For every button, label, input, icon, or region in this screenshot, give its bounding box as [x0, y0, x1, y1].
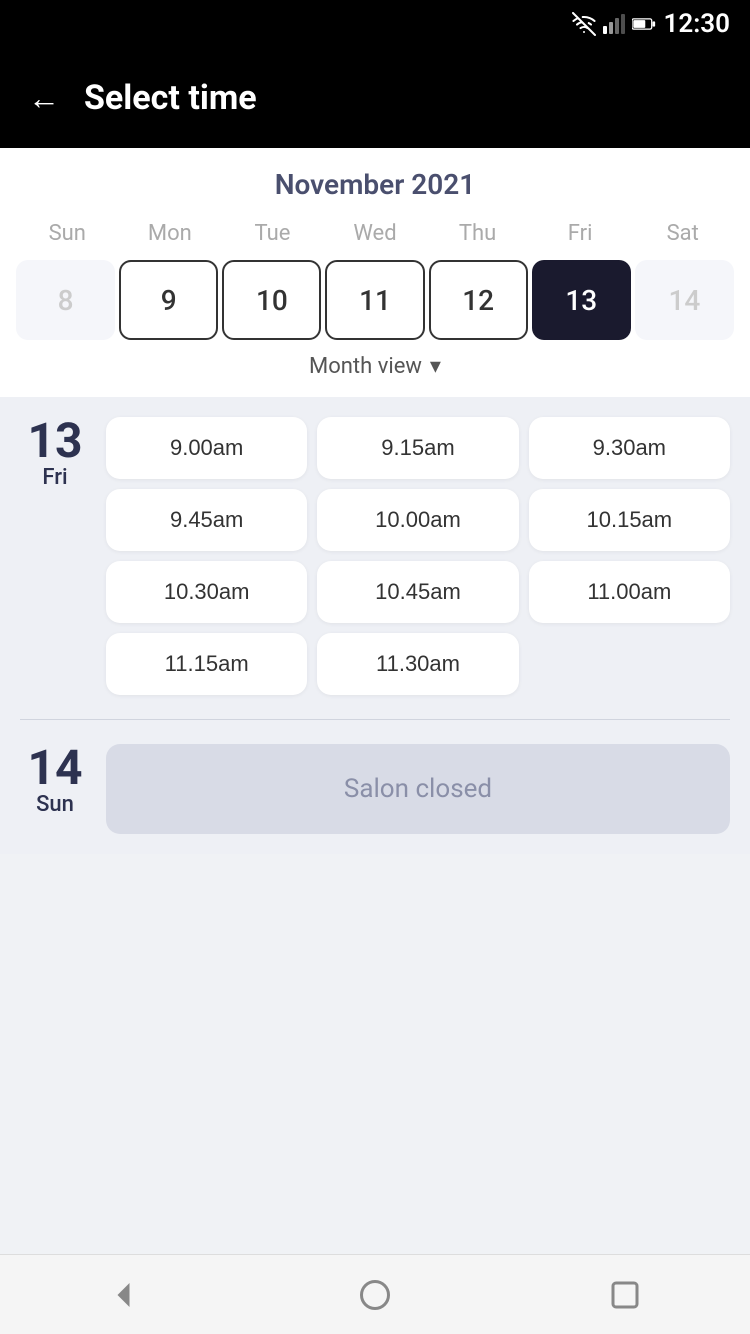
back-nav-button[interactable]	[95, 1265, 155, 1325]
month-view-toggle[interactable]: Month view ▾	[16, 340, 734, 385]
days-row[interactable]: 891011121314	[16, 260, 734, 340]
month-view-label: Month view	[309, 354, 422, 379]
day-label-14: 14 Sun	[20, 744, 90, 817]
slot-btn-900am[interactable]: 9.00am	[106, 417, 307, 479]
slot-btn-1000am[interactable]: 10.00am	[317, 489, 518, 551]
app-header: ← Select time	[0, 48, 750, 148]
slot-btn-1015am[interactable]: 10.15am	[529, 489, 730, 551]
day-cell-14: 14	[635, 260, 734, 340]
chevron-down-icon: ▾	[430, 354, 441, 379]
weekday-sun: Sun	[16, 217, 119, 250]
slot-btn-915am[interactable]: 9.15am	[317, 417, 518, 479]
divider	[20, 719, 730, 720]
slots-section: 13 Fri 9.00am9.15am9.30am9.45am10.00am10…	[0, 397, 750, 854]
recent-square-icon	[607, 1277, 643, 1313]
slot-btn-930am[interactable]: 9.30am	[529, 417, 730, 479]
closed-block-14: 14 Sun Salon closed	[20, 744, 730, 834]
status-bar: 12:30	[0, 0, 750, 48]
weekday-fri: Fri	[529, 217, 632, 250]
weekday-wed: Wed	[324, 217, 427, 250]
wifi-icon	[572, 12, 596, 36]
weekday-tue: Tue	[221, 217, 324, 250]
weekday-thu: Thu	[426, 217, 529, 250]
back-button[interactable]: ←	[28, 82, 60, 114]
weekday-sat: Sat	[631, 217, 734, 250]
salon-closed-box: Salon closed	[106, 744, 730, 834]
slot-btn-1045am[interactable]: 10.45am	[317, 561, 518, 623]
slot-btn-1115am[interactable]: 11.15am	[106, 633, 307, 695]
page-title: Select time	[84, 78, 257, 118]
home-circle-icon	[357, 1277, 393, 1313]
weekdays-row: SunMonTueWedThuFriSat	[16, 217, 734, 250]
salon-closed-text: Salon closed	[344, 774, 492, 804]
slot-btn-945am[interactable]: 9.45am	[106, 489, 307, 551]
day-block-13: 13 Fri 9.00am9.15am9.30am9.45am10.00am10…	[20, 417, 730, 695]
day-label-13: 13 Fri	[20, 417, 90, 695]
calendar-section: November 2021 SunMonTueWedThuFriSat 8910…	[0, 148, 750, 397]
day-cell-13[interactable]: 13	[532, 260, 631, 340]
bottom-nav	[0, 1254, 750, 1334]
home-nav-button[interactable]	[345, 1265, 405, 1325]
day-number-13: 13	[20, 417, 90, 465]
slot-btn-1100am[interactable]: 11.00am	[529, 561, 730, 623]
month-year-title: November 2021	[16, 168, 734, 201]
weekday-mon: Mon	[119, 217, 222, 250]
battery-icon	[632, 12, 656, 36]
status-time: 12:30	[664, 9, 731, 39]
slot-btn-1030am[interactable]: 10.30am	[106, 561, 307, 623]
day-cell-9[interactable]: 9	[119, 260, 218, 340]
signal-icon	[602, 12, 626, 36]
day-cell-11[interactable]: 11	[325, 260, 424, 340]
back-triangle-icon	[107, 1277, 143, 1313]
day-cell-12[interactable]: 12	[429, 260, 528, 340]
day-cell-10[interactable]: 10	[222, 260, 321, 340]
day-number-14: 14	[20, 744, 90, 792]
recent-nav-button[interactable]	[595, 1265, 655, 1325]
status-icons	[572, 12, 656, 36]
day-cell-8: 8	[16, 260, 115, 340]
slots-grid-13: 9.00am9.15am9.30am9.45am10.00am10.15am10…	[106, 417, 730, 695]
slot-btn-1130am[interactable]: 11.30am	[317, 633, 518, 695]
